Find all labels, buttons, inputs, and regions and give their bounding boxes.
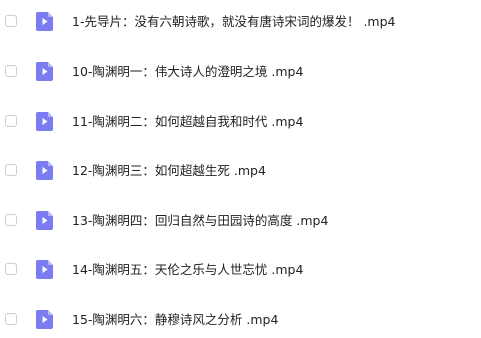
file-name[interactable]: 14-陶渊明五：天伦之乐与人世忘忧 .mp4 xyxy=(72,261,303,278)
row-checkbox[interactable] xyxy=(5,15,17,27)
file-row[interactable]: 15-陶渊明六：静穆诗风之分析 .mp4 xyxy=(0,302,481,338)
video-file-icon[interactable] xyxy=(36,112,53,131)
row-checkbox[interactable] xyxy=(5,214,17,226)
file-name[interactable]: 1-先导片：没有六朝诗歌，就没有唐诗宋词的爆发！ .mp4 xyxy=(72,13,395,30)
file-row[interactable]: 12-陶渊明三：如何超越生死 .mp4 xyxy=(0,153,481,189)
row-checkbox[interactable] xyxy=(5,263,17,275)
video-file-icon[interactable] xyxy=(36,12,53,31)
file-name[interactable]: 15-陶渊明六：静穆诗风之分析 .mp4 xyxy=(72,311,278,328)
file-row[interactable]: 10-陶渊明一：伟大诗人的澄明之境 .mp4 xyxy=(0,54,481,90)
row-checkbox[interactable] xyxy=(5,313,17,325)
file-name[interactable]: 12-陶渊明三：如何超越生死 .mp4 xyxy=(72,162,266,179)
video-file-icon[interactable] xyxy=(36,310,53,329)
video-file-icon[interactable] xyxy=(36,260,53,279)
file-row[interactable]: 11-陶渊明二：如何超越自我和时代 .mp4 xyxy=(0,104,481,140)
row-checkbox[interactable] xyxy=(5,164,17,176)
video-file-icon[interactable] xyxy=(36,211,53,230)
video-file-icon[interactable] xyxy=(36,161,53,180)
file-name[interactable]: 11-陶渊明二：如何超越自我和时代 .mp4 xyxy=(72,113,303,130)
file-row[interactable]: 13-陶渊明四：回归自然与田园诗的高度 .mp4 xyxy=(0,203,481,239)
video-file-icon[interactable] xyxy=(36,62,53,81)
file-name[interactable]: 13-陶渊明四：回归自然与田园诗的高度 .mp4 xyxy=(72,212,328,229)
file-name[interactable]: 10-陶渊明一：伟大诗人的澄明之境 .mp4 xyxy=(72,63,303,80)
file-row[interactable]: 14-陶渊明五：天伦之乐与人世忘忧 .mp4 xyxy=(0,252,481,288)
row-checkbox[interactable] xyxy=(5,115,17,127)
row-checkbox[interactable] xyxy=(5,65,17,77)
file-row[interactable]: 1-先导片：没有六朝诗歌，就没有唐诗宋词的爆发！ .mp4 xyxy=(0,4,481,40)
